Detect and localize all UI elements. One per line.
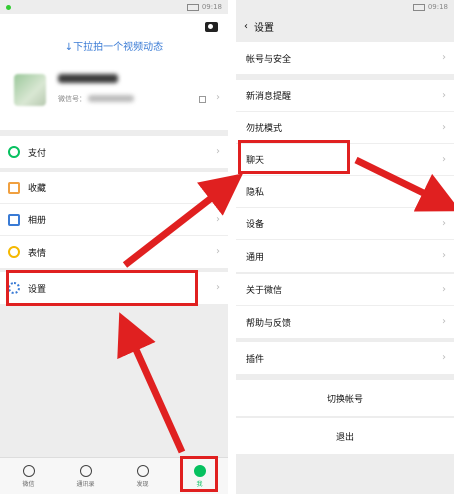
settings-item-label: 关于微信 [246, 286, 283, 296]
status-time: 09:18 [201, 3, 222, 11]
switch-account-group: 切换帐号 [236, 380, 454, 416]
camera-icon[interactable] [205, 22, 218, 32]
chevron-right-icon: › [216, 92, 220, 103]
highlight-settings [6, 270, 198, 306]
chevron-right-icon: › [442, 154, 446, 165]
features-group: 收藏 › 相册 › 表情 › [0, 172, 228, 268]
notification-dot-icon [6, 4, 11, 10]
settings-item-general[interactable]: 通用 › [236, 240, 454, 272]
menu-item-album[interactable]: 相册 › [0, 204, 228, 236]
tab-label: 微信 [22, 480, 35, 488]
chevron-right-icon: › [442, 352, 446, 363]
chevron-right-icon: › [216, 182, 220, 193]
wechat-id-label: 微信号： [58, 95, 86, 103]
chevron-right-icon: › [442, 52, 446, 63]
pull-down-hint: ↓下拉拍一个视频动态 [64, 42, 164, 53]
settings-item-plugins[interactable]: 插件 › [236, 342, 454, 374]
status-bar: 09:18 [236, 0, 454, 14]
general-group: 新消息提醒 › 勿扰模式 › 聊天 › 隐私 › 设备 › 通用 › [236, 80, 454, 272]
highlight-chat [238, 140, 350, 174]
settings-item-label: 隐私 [246, 188, 265, 198]
settings-item-label: 帐号与安全 [246, 54, 292, 65]
menu-item-stickers[interactable]: 表情 › [0, 236, 228, 268]
settings-item-label: 新消息提醒 [246, 92, 292, 102]
page-title: 设置 [254, 22, 274, 34]
status-time: 09:18 [427, 3, 448, 11]
highlight-me-tab [180, 456, 218, 492]
settings-item-label: 插件 [246, 354, 265, 365]
payment-group: 支付 › [0, 136, 228, 168]
tab-label: 通讯录 [76, 480, 95, 488]
switch-account-button[interactable]: 切换帐号 [236, 380, 454, 416]
about-group: 关于微信 › 帮助与反馈 › [236, 274, 454, 338]
tab-discover[interactable]: 发现 [114, 458, 171, 494]
chevron-right-icon: › [442, 218, 446, 229]
settings-item-label: 通用 [246, 252, 265, 263]
settings-item-devices[interactable]: 设备 › [236, 208, 454, 240]
chevron-right-icon: › [442, 284, 446, 295]
logout-button[interactable]: 退出 [236, 418, 454, 454]
chevron-right-icon: › [442, 316, 446, 327]
wechat-id-blurred [88, 95, 134, 102]
menu-item-favorites[interactable]: 收藏 › [0, 172, 228, 204]
plugins-group: 插件 › [236, 342, 454, 374]
discover-icon [136, 464, 149, 477]
battery-icon [412, 3, 425, 11]
chevron-right-icon: › [216, 282, 220, 293]
menu-item-label: 支付 [28, 148, 47, 159]
qr-code-icon[interactable] [199, 96, 206, 103]
logout-group: 退出 [236, 418, 454, 454]
settings-item-account-security[interactable]: 帐号与安全 › [236, 42, 454, 74]
settings-item-notifications[interactable]: 新消息提醒 › [236, 80, 454, 112]
chevron-right-icon: › [442, 90, 446, 101]
settings-item-help-feedback[interactable]: 帮助与反馈 › [236, 306, 454, 338]
settings-item-label: 设备 [246, 220, 265, 230]
settings-item-label: 帮助与反馈 [246, 318, 292, 329]
chevron-right-icon: › [216, 146, 220, 157]
chevron-right-icon: › [216, 246, 220, 257]
settings-item-privacy[interactable]: 隐私 › [236, 176, 454, 208]
contacts-icon [79, 464, 92, 477]
payment-icon [8, 146, 20, 158]
battery-icon [186, 3, 199, 11]
nav-bar: ‹ 设置 [236, 14, 454, 38]
chat-icon [22, 464, 35, 477]
settings-item-about[interactable]: 关于微信 › [236, 274, 454, 306]
settings-item-label: 勿扰模式 [246, 124, 283, 134]
album-icon [8, 213, 20, 226]
tab-label: 发现 [136, 480, 149, 488]
menu-item-label: 收藏 [28, 184, 47, 194]
back-arrow-icon[interactable]: ‹ [244, 21, 248, 32]
sticker-icon [8, 246, 20, 258]
avatar[interactable] [14, 74, 46, 106]
menu-item-payment[interactable]: 支付 › [0, 136, 228, 168]
me-page: 09:18 ↓下拉拍一个视频动态 微信号： › 支付 › 收藏 › 相册 › 表… [0, 0, 228, 494]
menu-item-label: 表情 [28, 248, 47, 259]
profile-header: ↓下拉拍一个视频动态 微信号： › [0, 14, 228, 130]
tab-contacts[interactable]: 通讯录 [57, 458, 114, 494]
chevron-right-icon: › [442, 122, 446, 133]
chevron-right-icon: › [216, 214, 220, 225]
settings-page: 09:18 ‹ 设置 帐号与安全 › 新消息提醒 › 勿扰模式 › 聊天 › 隐私 › 设… [236, 0, 454, 494]
chevron-right-icon: › [442, 186, 446, 197]
tab-chats[interactable]: 微信 [0, 458, 57, 494]
nickname-blurred [58, 74, 118, 83]
menu-item-label: 相册 [28, 216, 47, 226]
account-group: 帐号与安全 › [236, 42, 454, 74]
chevron-right-icon: › [442, 250, 446, 261]
favorites-icon [8, 181, 20, 194]
status-bar: 09:18 [0, 0, 228, 14]
